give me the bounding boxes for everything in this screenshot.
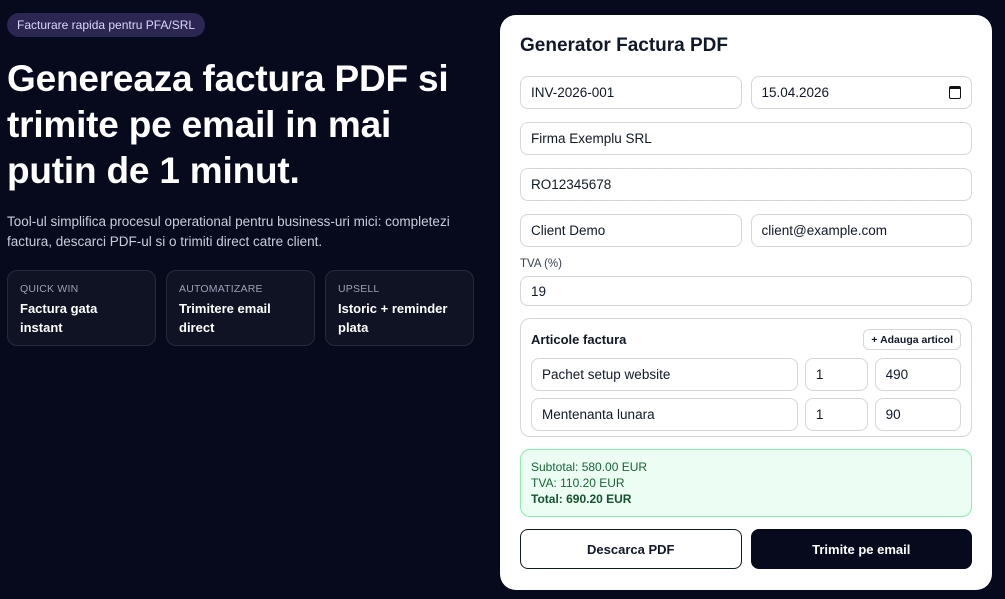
item-description-input[interactable]: Pachet setup website	[531, 358, 798, 391]
company-cui-input[interactable]: RO12345678	[520, 168, 972, 201]
hero-lead: Tool-ul simplifica procesul operational …	[7, 214, 450, 249]
send-email-button[interactable]: Trimite pe email	[750, 529, 972, 569]
add-item-button[interactable]: + Adauga articol	[863, 329, 961, 350]
feature-card-automatizare: AUTOMATIZARE Trimitere email direct	[166, 270, 315, 346]
item-price-input[interactable]: 490	[874, 358, 962, 391]
calendar-icon[interactable]	[949, 86, 961, 99]
totals-summary: Subtotal: 580.00 EUR TVA: 110.20 EUR Tot…	[520, 449, 972, 517]
item-quantity-input[interactable]: 1	[804, 358, 868, 391]
item-row: Mentenanta lunara 1 90	[531, 398, 962, 431]
client-name-input[interactable]: Client Demo	[520, 214, 742, 247]
panel-title: Generator Factura PDF	[520, 35, 728, 56]
card-kicker: AUTOMATIZARE	[179, 283, 263, 295]
item-description-input[interactable]: Mentenanta lunara	[531, 398, 798, 431]
vat-label: TVA (%)	[520, 258, 562, 270]
hero-badge: Facturare rapida pentru PFA/SRL	[7, 13, 206, 37]
feature-cards: QUICK WIN Factura gata instant AUTOMATIZ…	[7, 270, 477, 346]
invoice-generator-panel: Generator Factura PDF INV-2026-001 15.04…	[500, 15, 992, 590]
card-title: Factura gata instant	[20, 301, 98, 335]
hero-section: Facturare rapida pentru PFA/SRL Genereaz…	[7, 13, 477, 346]
company-name-input[interactable]: Firma Exemplu SRL	[520, 122, 972, 155]
invoice-items-section: Articole factura + Adauga articol Pachet…	[520, 318, 972, 437]
invoice-date-value: 15.04.2026	[761, 85, 830, 100]
items-title: Articole factura	[531, 332, 627, 347]
item-quantity-input[interactable]: 1	[804, 398, 868, 431]
download-pdf-button[interactable]: Descarca PDF	[520, 529, 742, 569]
client-email-input[interactable]: client@example.com	[750, 214, 972, 247]
card-title: Trimitere email direct	[179, 301, 271, 335]
card-kicker: UPSELL	[338, 283, 380, 295]
grand-total-text: Total: 690.20 EUR	[531, 492, 632, 506]
feature-card-upsell: UPSELL Istoric + reminder plata	[325, 270, 474, 346]
card-kicker: QUICK WIN	[20, 283, 79, 295]
hero-headline: Genereaza factura PDF si trimite pe emai…	[7, 58, 449, 191]
vat-input[interactable]: 19	[520, 276, 972, 306]
item-row: Pachet setup website 1 490	[531, 358, 962, 391]
item-price-input[interactable]: 90	[874, 398, 962, 431]
feature-card-quick-win: QUICK WIN Factura gata instant	[7, 270, 156, 346]
card-title: Istoric + reminder plata	[338, 301, 448, 335]
vat-total-text: TVA: 110.20 EUR	[531, 476, 625, 490]
invoice-number-input[interactable]: INV-2026-001	[520, 76, 742, 109]
subtotal-text: Subtotal: 580.00 EUR	[531, 460, 648, 474]
invoice-date-input[interactable]: 15.04.2026	[750, 76, 972, 109]
